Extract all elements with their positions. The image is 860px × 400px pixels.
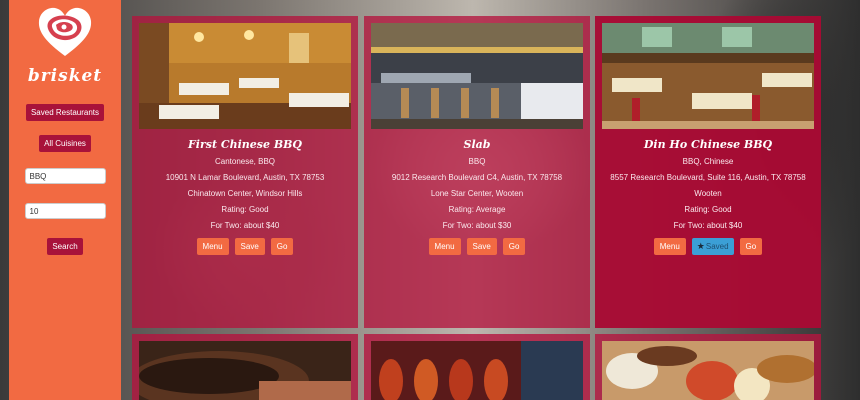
restaurant-cuisines: BBQ, Chinese	[682, 157, 734, 166]
save-button[interactable]: Save	[234, 238, 265, 255]
restaurant-name: Slab	[463, 138, 491, 151]
star-icon: ★	[696, 241, 705, 251]
go-button[interactable]: Go	[739, 238, 763, 255]
all-cuisines-button[interactable]: All Cuisines	[39, 135, 91, 152]
restaurant-photo	[371, 23, 583, 129]
go-button[interactable]: Go	[502, 238, 526, 255]
menu-button[interactable]: Menu	[196, 238, 229, 255]
restaurant-rating: Rating: Average	[448, 205, 506, 214]
search-button[interactable]: Search	[47, 238, 83, 255]
restaurant-card	[132, 334, 358, 400]
restaurant-locality: Lone Star Center, Wooten	[430, 189, 524, 198]
restaurant-address: 9012 Research Boulevard C4, Austin, TX 7…	[391, 173, 563, 182]
restaurant-card: First Chinese BBQ Cantonese, BBQ 10901 N…	[132, 16, 358, 328]
menu-button[interactable]: Menu	[428, 238, 461, 255]
brand-name: brisket	[27, 66, 103, 86]
restaurant-cost: For Two: about $40	[210, 221, 280, 230]
restaurant-card: Slab BBQ 9012 Research Boulevard C4, Aus…	[364, 16, 590, 328]
sidebar: brisket Saved Restaurants All Cuisines S…	[9, 0, 121, 400]
restaurant-photo	[139, 341, 351, 400]
restaurant-photo	[371, 341, 583, 400]
restaurant-photo	[602, 341, 814, 400]
restaurant-locality: Wooten	[694, 189, 722, 198]
restaurant-rating: Rating: Good	[684, 205, 732, 214]
restaurant-name: Din Ho Chinese BBQ	[643, 138, 773, 151]
save-button[interactable]: Save	[466, 238, 497, 255]
radius-input[interactable]	[24, 203, 106, 219]
restaurant-locality: Chinatown Center, Windsor Hills	[187, 189, 303, 198]
restaurant-photo	[602, 23, 814, 129]
restaurant-rating: Rating: Good	[221, 205, 269, 214]
restaurant-name: First Chinese BBQ	[187, 138, 302, 151]
go-button[interactable]: Go	[270, 238, 294, 255]
restaurant-card: Din Ho Chinese BBQ BBQ, Chinese 8557 Res…	[595, 16, 821, 328]
saved-restaurants-button[interactable]: Saved Restaurants	[25, 104, 105, 121]
saved-button[interactable]: ★ Saved	[691, 238, 734, 255]
restaurant-cost: For Two: about $30	[442, 221, 512, 230]
menu-button[interactable]: Menu	[653, 238, 686, 255]
search-query-input[interactable]	[24, 168, 106, 184]
restaurant-photo	[139, 23, 351, 129]
restaurant-cuisines: Cantonese, BBQ	[214, 157, 276, 166]
restaurant-cuisines: BBQ	[468, 157, 486, 166]
restaurant-address: 8557 Research Boulevard, Suite 116, Aust…	[610, 173, 806, 182]
restaurant-address: 10901 N Lamar Boulevard, Austin, TX 7875…	[165, 173, 325, 182]
restaurant-card	[595, 334, 821, 400]
restaurant-card	[364, 334, 590, 400]
heart-meat-logo-icon	[38, 7, 92, 56]
restaurant-cost: For Two: about $40	[673, 221, 743, 230]
saved-label: Saved	[705, 242, 729, 251]
